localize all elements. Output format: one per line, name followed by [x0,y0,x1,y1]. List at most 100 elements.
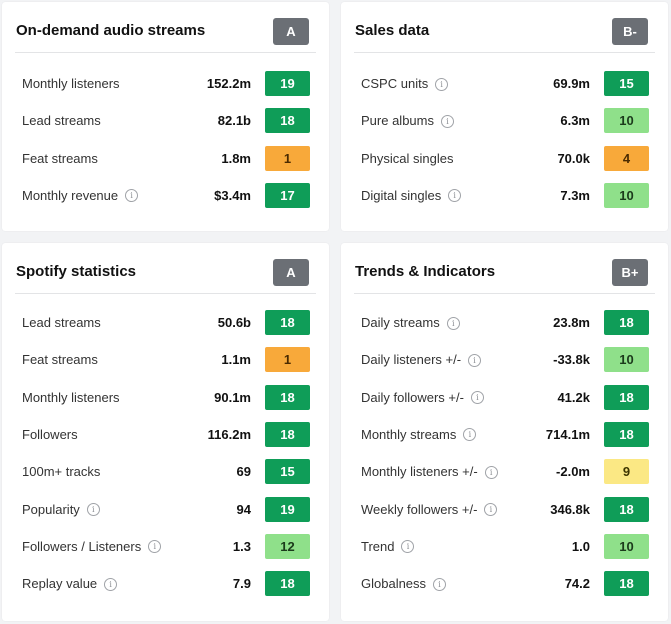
stat-value: 7.3m [560,187,590,203]
info-icon[interactable]: i [125,189,139,203]
score-badge: 17 [265,182,310,208]
info-icon[interactable]: i [433,577,447,591]
stat-value: 152.2m [206,76,251,91]
stat-label-text: Daily followers +/- [361,389,464,405]
info-icon[interactable]: i [470,391,484,405]
stat-label-text: Weekly followers +/- [361,501,478,517]
stat-value: 70.0k [557,150,590,166]
stat-label: Daily streams i [361,310,460,336]
score-badge: 19 [265,71,310,96]
stat-value: 1.3 [232,538,251,554]
stat-label-text: Daily streams [361,315,440,330]
stat-value: 1.1m [221,352,251,368]
score-badge: 18 [265,384,310,410]
score-badge: 15 [604,71,649,96]
stat-value: 94 [236,501,251,517]
info-icon[interactable]: i [446,316,460,330]
stat-value: $3.4m [214,187,251,203]
stat-label-text: Monthly listeners +/- [361,464,478,480]
stat-row-followers: Followers 116.2m 18 [2,421,329,448]
score-badge: 15 [265,459,310,485]
stat-label: 100m+ tracks [22,459,100,485]
info-icon[interactable]: i [435,77,449,91]
stat-value: 346.8k [550,501,590,517]
stat-label-text: Feat streams [22,150,98,166]
info-icon[interactable]: i [468,353,482,367]
stat-label-text: Followers [22,426,78,442]
info-icon[interactable]: i [440,114,454,128]
card-trends-indicators: Trends & Indicators B+ Daily streams i 23.8m… [341,243,668,621]
stat-label-text: Replay value [22,576,98,592]
stat-value: 6.3m [560,113,590,129]
stat-row-lead-streams: Lead streams 82.1b 18 [2,108,329,134]
info-icon[interactable]: i [148,540,162,554]
info-icon[interactable]: i [104,577,118,591]
stat-value: 90.1m [214,389,251,405]
stat-value: 23.8m [553,315,590,330]
info-icon[interactable]: i [484,503,498,516]
score-badge: 18 [604,496,649,522]
stat-label: Monthly listeners [22,71,120,97]
score-badge: 18 [604,384,649,410]
stat-label: Weekly followers +/- i [361,497,498,523]
stat-label: Monthly streams i [361,422,477,448]
grade-badge: B+ [612,259,648,286]
stat-label: CSPC units i [361,71,449,97]
stat-value: 82.1b [217,113,251,129]
stat-label-text: Physical singles [361,150,454,166]
stat-label-text: Monthly listeners [22,389,120,405]
stat-row-trend: Trend i 1.0 10 [341,533,668,560]
stat-label: Monthly listeners [22,385,120,411]
stat-label: Daily followers +/- i [361,385,484,411]
stat-row-monthly-revenue: Monthly revenue i $3.4m 17 [2,182,329,209]
info-icon[interactable]: i [448,189,462,203]
score-badge: 18 [604,310,649,335]
stat-row-physical-singles: Physical singles 70.0k 4 [341,145,668,172]
card-header: Spotify statistics A [15,243,316,294]
stat-row-pure-albums: Pure albums i 6.3m 10 [341,108,668,134]
stat-row-cspc-units: CSPC units i 69.9m 15 [341,71,668,97]
stat-row-daily-followers: Daily followers +/- i 41.2k 18 [341,384,668,411]
score-badge: 19 [265,496,310,522]
stat-row-daily-listeners: Daily listeners +/- i -33.8k 10 [341,347,668,373]
card-title: On-demand audio streams [16,22,206,39]
score-badge: 18 [604,571,649,597]
stat-label: Trend i [361,534,415,560]
score-badge: 18 [604,421,649,447]
card-header: On-demand audio streams A [15,2,316,53]
stat-row-digital-singles: Digital singles i 7.3m 10 [341,182,668,209]
stat-label: Feat streams [22,347,98,373]
card-sales-data: Sales data B- CSPC units i 69.9m 15 Pure album… [341,2,668,231]
info-icon[interactable]: i [463,428,477,442]
stat-row-popularity: Popularity i 94 19 [2,496,329,523]
stat-row-globalness: Globalness i 74.2 18 [341,571,668,597]
stat-row-lead-streams: Lead streams 50.6b 18 [2,310,329,336]
stat-label-text: Globalness [361,576,427,592]
info-icon[interactable]: i [86,503,100,516]
stat-label: Followers / Listeners i [22,534,162,560]
score-badge: 10 [604,108,649,134]
score-badge: 18 [265,310,310,335]
stat-label: Feat streams [22,146,98,172]
stat-value: 1.0 [571,538,590,554]
stat-label-text: Followers / Listeners [22,538,142,554]
card-spotify-statistics: Spotify statistics A Lead streams 50.6b 18 Fe… [2,243,329,621]
stat-label-text: Lead streams [22,113,101,129]
stat-value: 7.9 [232,576,251,592]
stat-label: Followers [22,422,78,448]
score-badge: 10 [604,182,649,208]
stat-label-text: Monthly streams [361,426,457,442]
stat-label: Daily listeners +/- i [361,347,482,373]
stat-label: Replay value i [22,571,118,597]
stat-value: 714.1m [545,426,590,442]
stat-row-monthly-listeners: Monthly listeners 152.2m 19 [2,71,329,97]
score-badge: 12 [265,533,310,559]
card-on-demand-audio-streams: On-demand audio streams A Monthly listener… [2,2,329,231]
stat-label: Popularity i [22,497,100,523]
info-icon[interactable]: i [401,540,415,554]
stat-row-daily-streams: Daily streams i 23.8m 18 [341,310,668,336]
stat-label-text: 100m+ tracks [22,464,101,480]
info-icon[interactable]: i [484,465,498,479]
stat-value: 69.9m [553,76,590,91]
card-title: Spotify statistics [16,263,137,280]
